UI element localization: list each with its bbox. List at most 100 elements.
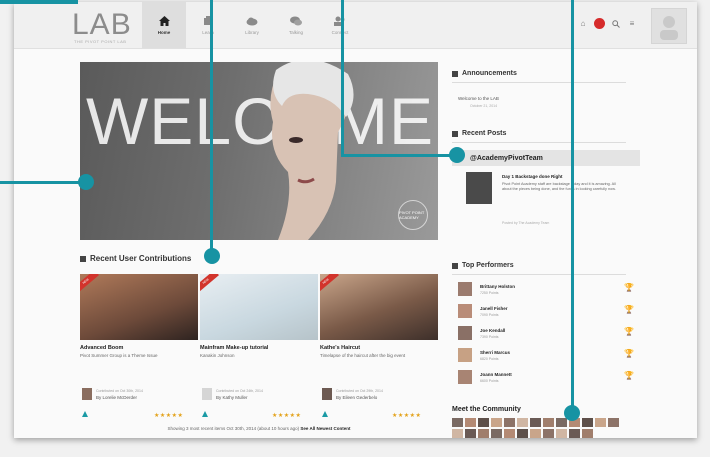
author-name[interactable]: By Kathy Muller bbox=[216, 395, 248, 400]
performer-avatar[interactable] bbox=[458, 326, 472, 340]
community-avatar[interactable] bbox=[530, 418, 541, 427]
community-avatar[interactable] bbox=[465, 429, 476, 438]
search-icon[interactable] bbox=[611, 19, 621, 29]
card-image[interactable]: NEW bbox=[320, 274, 438, 340]
performer-row[interactable]: Sherri Marcus 6820 Points 🏆 bbox=[458, 348, 634, 366]
contribution-card[interactable]: NEW Kathe's Haircut Timelapse of the hai… bbox=[320, 274, 438, 359]
community-avatar[interactable] bbox=[491, 418, 502, 427]
community-avatar[interactable] bbox=[595, 418, 606, 427]
contribution-card[interactable]: NEW Mainfram Make-up tutorial Kanakin Jo… bbox=[200, 274, 318, 359]
star-rating[interactable]: ★★★★★ bbox=[154, 412, 183, 419]
callout-line bbox=[571, 0, 574, 414]
nav-library-label: Library bbox=[245, 30, 259, 35]
nav-connect[interactable]: Connect bbox=[318, 2, 362, 48]
vote-up-icon[interactable] bbox=[322, 411, 328, 417]
nav-connect-label: Connect bbox=[331, 30, 349, 35]
card-title[interactable]: Kathe's Haircut bbox=[320, 345, 438, 351]
menu-icon[interactable]: ≡ bbox=[627, 19, 637, 29]
performer-name[interactable]: Joann Mannett bbox=[480, 372, 512, 377]
recent-contributions-title: Recent User Contributions bbox=[90, 254, 192, 263]
card-title[interactable]: Advanced Boom bbox=[80, 345, 198, 351]
user-avatar[interactable] bbox=[651, 8, 687, 44]
home-small-icon[interactable]: ⌂ bbox=[578, 19, 588, 29]
announcement-item[interactable]: Welcome to the LAB bbox=[458, 96, 499, 101]
performer-avatar[interactable] bbox=[458, 304, 472, 318]
community-avatar[interactable] bbox=[556, 429, 567, 438]
contribution-card[interactable]: NEW Advanced Boom Pivot Summer Group is … bbox=[80, 274, 198, 359]
hashtag-filter[interactable]: @AcademyPivotTeam bbox=[452, 150, 640, 166]
star-rating[interactable]: ★★★★★ bbox=[272, 412, 301, 419]
callout-marker bbox=[204, 248, 220, 264]
community-title: Meet the Community bbox=[452, 406, 521, 413]
see-all-link[interactable]: See All Newest Content bbox=[300, 426, 350, 431]
card-title[interactable]: Mainfram Make-up tutorial bbox=[200, 345, 318, 351]
community-avatar[interactable] bbox=[478, 429, 489, 438]
author-name[interactable]: By Lorelie McDerder bbox=[96, 395, 137, 400]
community-avatar[interactable] bbox=[608, 418, 619, 427]
nav-talking[interactable]: Talking bbox=[274, 2, 318, 48]
community-avatar[interactable] bbox=[556, 418, 567, 427]
announcement-date: October 21, 2014 bbox=[470, 104, 498, 108]
community-avatar[interactable] bbox=[517, 429, 528, 438]
vote-up-icon[interactable] bbox=[202, 411, 208, 417]
performer-name[interactable]: Janell Fisher bbox=[480, 306, 508, 311]
community-avatars bbox=[452, 418, 626, 438]
top-performers-heading: Top Performers bbox=[452, 262, 514, 269]
performer-row[interactable]: Joe Kendall 7390 Points 🏆 bbox=[458, 326, 634, 344]
community-avatar[interactable] bbox=[582, 418, 593, 427]
performer-row[interactable]: Joann Mannett 6600 Points 🏆 bbox=[458, 370, 634, 388]
nav-library[interactable]: Library bbox=[230, 2, 274, 48]
post-title[interactable]: Day 1 Backstage done Right bbox=[502, 174, 563, 179]
community-avatar[interactable] bbox=[543, 418, 554, 427]
performer-avatar[interactable] bbox=[458, 348, 472, 362]
performer-name[interactable]: Brittany Holston bbox=[480, 284, 515, 289]
welcome-banner[interactable]: WELCOME PIVOT POINT ACADEMY bbox=[80, 62, 438, 240]
performer-row[interactable]: Janell Fisher 7090 Points 🏆 bbox=[458, 304, 634, 322]
author-name[interactable]: By Eileen Gederbelo bbox=[336, 395, 377, 400]
community-avatar[interactable] bbox=[569, 429, 580, 438]
author-avatar[interactable] bbox=[202, 388, 212, 400]
card-image[interactable]: NEW bbox=[200, 274, 318, 340]
author-avatar[interactable] bbox=[322, 388, 332, 400]
callout-marker bbox=[564, 405, 580, 421]
community-avatar[interactable] bbox=[582, 429, 593, 438]
author-avatar[interactable] bbox=[82, 388, 92, 400]
performer-avatar[interactable] bbox=[458, 370, 472, 384]
performer-points: 7250 Points bbox=[480, 291, 499, 295]
top-performers-title: Top Performers bbox=[462, 262, 514, 269]
community-avatar[interactable] bbox=[543, 429, 554, 438]
community-avatar[interactable] bbox=[504, 418, 515, 427]
community-avatar[interactable] bbox=[465, 418, 476, 427]
trophy-icon: 🏆 bbox=[624, 283, 634, 292]
trophy-icon: 🏆 bbox=[624, 327, 634, 336]
logo[interactable]: LAB bbox=[72, 10, 132, 40]
nav-talking-label: Talking bbox=[288, 30, 303, 35]
community-avatar[interactable] bbox=[452, 418, 463, 427]
nav-home[interactable]: Home bbox=[142, 2, 186, 48]
community-avatar[interactable] bbox=[491, 429, 502, 438]
notification-icon[interactable] bbox=[594, 18, 605, 29]
community-avatar[interactable] bbox=[504, 429, 515, 438]
performer-name[interactable]: Sherri Marcus bbox=[480, 350, 510, 355]
chat-small-icon bbox=[452, 130, 458, 137]
vote-up-icon[interactable] bbox=[82, 411, 88, 417]
community-avatar[interactable] bbox=[530, 429, 541, 438]
performer-name[interactable]: Joe Kendall bbox=[480, 328, 505, 333]
contributed-date: Contributed on Oct 29th, 2014 bbox=[336, 389, 383, 393]
post-author: Posted by The Academy Team bbox=[502, 221, 550, 225]
card-description: Pivot Summer Group is a Theme Issue bbox=[80, 353, 158, 358]
cloud-icon bbox=[246, 15, 258, 27]
performer-points: 7390 Points bbox=[480, 335, 499, 339]
star-rating[interactable]: ★★★★★ bbox=[392, 412, 421, 419]
divider bbox=[452, 274, 626, 275]
community-avatar[interactable] bbox=[517, 418, 528, 427]
community-avatar[interactable] bbox=[452, 429, 463, 438]
performer-row[interactable]: Brittany Holston 7250 Points 🏆 bbox=[458, 282, 634, 300]
post-thumbnail[interactable] bbox=[466, 172, 492, 204]
community-avatar[interactable] bbox=[478, 418, 489, 427]
card-description: Kanakin Johnson bbox=[200, 353, 235, 358]
card-image[interactable]: NEW bbox=[80, 274, 198, 340]
trophy-icon: 🏆 bbox=[624, 371, 634, 380]
nav-learn[interactable]: Learn bbox=[186, 2, 230, 48]
performer-avatar[interactable] bbox=[458, 282, 472, 296]
